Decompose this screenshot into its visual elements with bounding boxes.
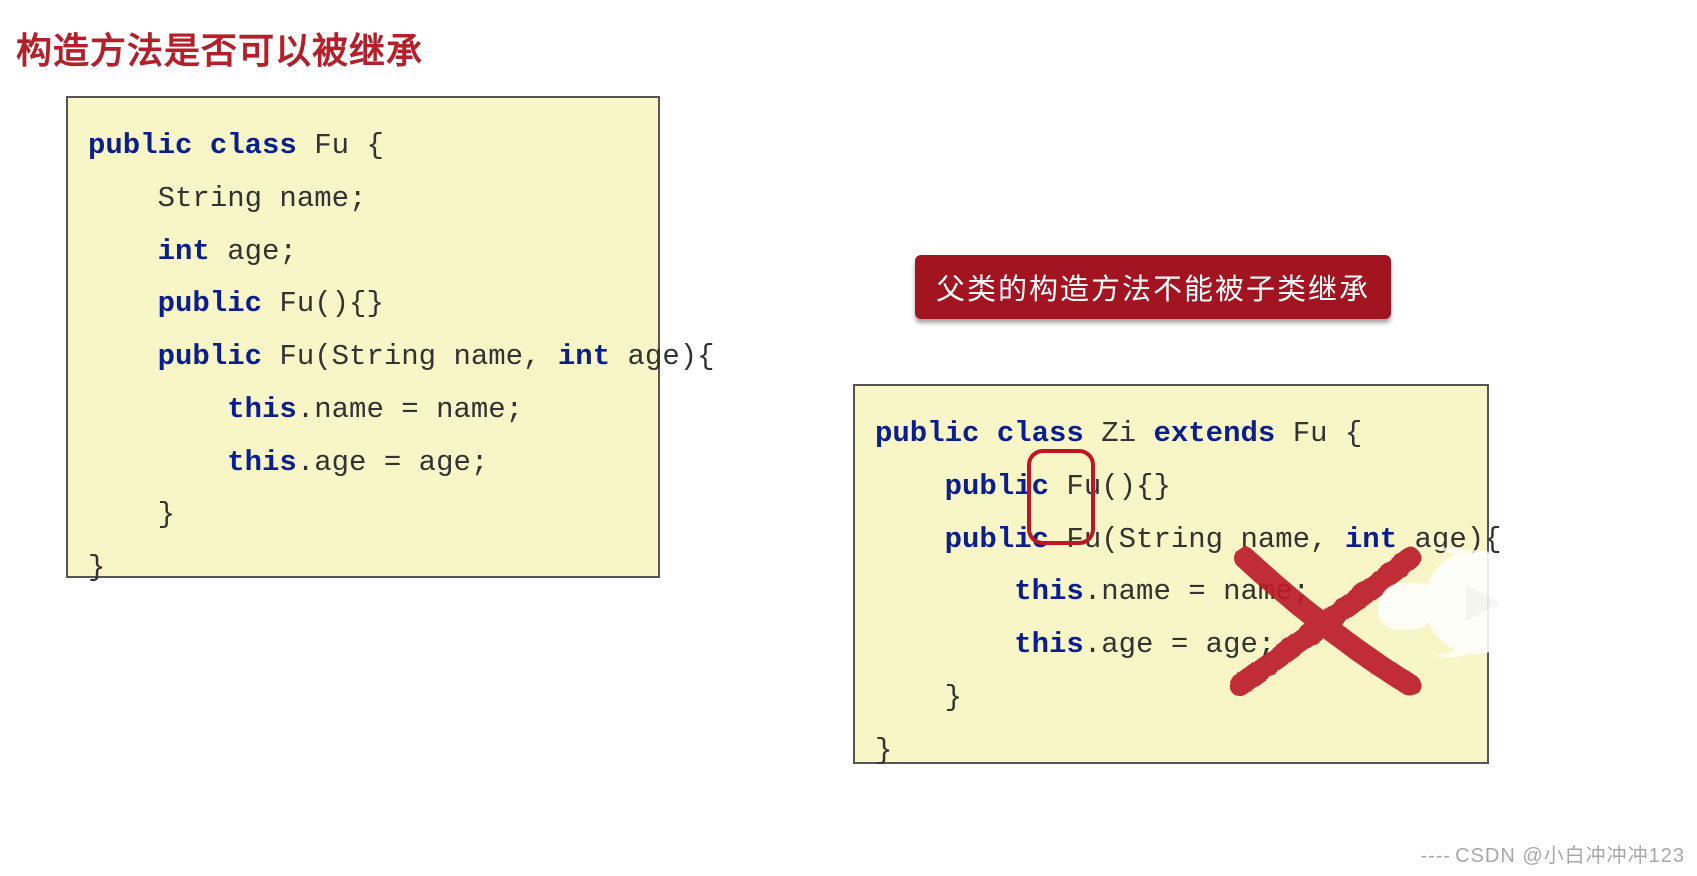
code-text: Zi [1084,417,1154,450]
code-type: int [1345,523,1397,556]
watermark-dashes: ---- [1420,845,1451,867]
code-text: Fu(){} [1049,470,1171,503]
code-type: int [558,340,610,373]
code-keyword: this [875,628,1084,661]
code-text: age){ [1397,523,1501,556]
code-block-parent-class: public class Fu { String name; int age; … [66,96,660,578]
slide-title: 构造方法是否可以被继承 [16,22,423,74]
code-text: Fu { [1275,417,1362,450]
code-text: } [88,498,175,531]
code-keyword: public [88,129,192,162]
code-text: Fu(){} [262,287,384,320]
code-text: Fu { [297,129,384,162]
code-text: .name = name; [1084,575,1310,608]
code-keyword: public [875,417,979,450]
code-text: } [875,681,962,714]
watermark-main: CSDN @小白冲冲冲123 [1455,845,1685,867]
code-text: .name = name; [297,393,523,426]
code-block-child-class: public class Zi extends Fu { public Fu()… [853,384,1489,764]
code-keyword: public [875,523,1049,556]
code-keyword: class [979,417,1083,450]
code-keyword: public [875,470,1049,503]
code-text: Fu(String name, [262,340,558,373]
code-keyword: extends [1153,417,1275,450]
code-text: String name; [88,182,366,215]
code-keyword: public [88,287,262,320]
code-keyword: public [88,340,262,373]
code-text: age; [210,235,297,268]
code-text: } [88,551,105,584]
code-keyword: class [192,129,296,162]
code-keyword: this [88,393,297,426]
code-text: Fu(String name, [1049,523,1345,556]
code-text: } [875,734,892,767]
code-type: int [88,235,210,268]
code-keyword: this [875,575,1084,608]
code-keyword: this [88,446,297,479]
watermark-text: ----CSDN @小白冲冲冲123 [1420,839,1685,868]
rule-banner: 父类的构造方法不能被子类继承 [915,255,1391,319]
code-text: .age = age; [297,446,488,479]
code-text: .age = age; [1084,628,1275,661]
code-text: age){ [610,340,714,373]
